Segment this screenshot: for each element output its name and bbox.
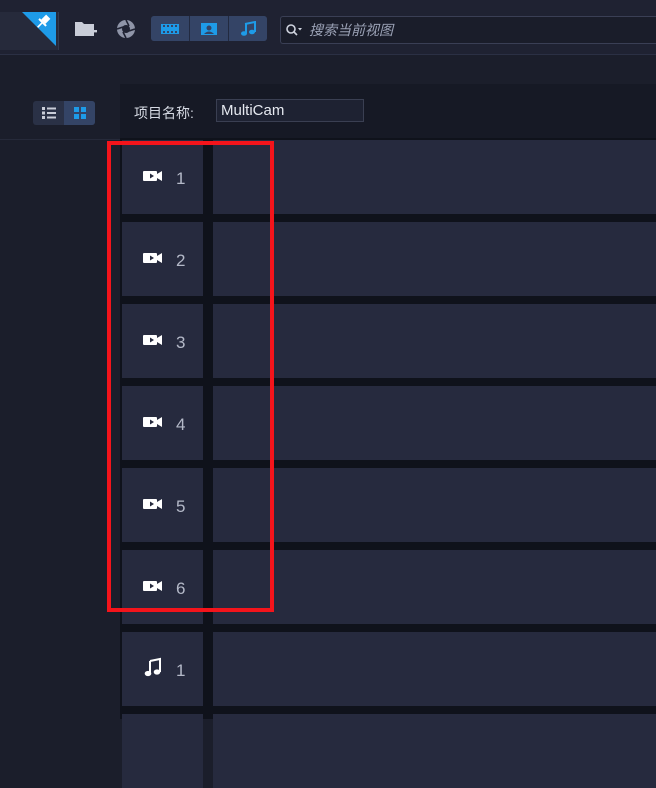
- track-content[interactable]: [213, 304, 656, 378]
- track-list: 1 2 3 4 5 6 1: [120, 138, 656, 788]
- filter-audio-button[interactable]: [229, 16, 267, 41]
- media-filter-group: [151, 16, 267, 41]
- filter-image-button[interactable]: [190, 16, 229, 41]
- track-content[interactable]: [213, 714, 656, 788]
- list-icon: [41, 107, 56, 119]
- project-header: 项目名称:: [120, 84, 656, 138]
- track-header[interactable]: 5: [122, 468, 203, 542]
- track-content[interactable]: [213, 550, 656, 624]
- left-panel: [0, 55, 120, 719]
- track-row: 1: [120, 630, 656, 706]
- track-row: [120, 712, 656, 788]
- track-row: 1: [120, 138, 656, 214]
- video-camera-icon: [142, 414, 164, 435]
- track-content[interactable]: [213, 140, 656, 214]
- music-note-icon: [241, 20, 256, 36]
- video-camera-icon: [142, 250, 164, 271]
- track-number: 1: [176, 661, 186, 680]
- search-icon[interactable]: [281, 23, 307, 37]
- grid-icon: [73, 107, 86, 119]
- track-content[interactable]: [213, 632, 656, 706]
- grid-view-button[interactable]: [64, 101, 95, 125]
- track-row: 3: [120, 302, 656, 378]
- pin-icon[interactable]: [22, 12, 56, 46]
- track-content[interactable]: [213, 468, 656, 542]
- video-camera-icon: [142, 496, 164, 517]
- track-row: 5: [120, 466, 656, 542]
- video-camera-icon: [142, 168, 164, 189]
- folder-add-icon: [75, 22, 97, 36]
- track-row: 6: [120, 548, 656, 624]
- track-header[interactable]: 1: [122, 632, 203, 706]
- track-header[interactable]: 6: [122, 550, 203, 624]
- project-name-label: 项目名称:: [134, 105, 194, 121]
- music-note-icon: [142, 657, 164, 684]
- track-header[interactable]: 3: [122, 304, 203, 378]
- video-camera-icon: [142, 578, 164, 599]
- track-header[interactable]: 1: [122, 140, 203, 214]
- track-number: 2: [176, 251, 186, 270]
- filter-video-button[interactable]: [151, 16, 190, 41]
- image-icon: [201, 22, 217, 35]
- project-name-field[interactable]: [216, 99, 364, 122]
- top-toolbar: [0, 0, 656, 55]
- search-input[interactable]: [307, 21, 631, 39]
- list-view-button[interactable]: [33, 101, 64, 125]
- capture-button[interactable]: [112, 16, 140, 42]
- left-divider: [0, 139, 120, 140]
- aperture-icon: [116, 19, 136, 39]
- track-number: 1: [176, 169, 186, 188]
- track-number: 4: [176, 415, 186, 434]
- track-row: 4: [120, 384, 656, 460]
- track-row: 2: [120, 220, 656, 296]
- track-number: 5: [176, 497, 186, 516]
- view-toggle: [33, 101, 95, 125]
- search-box: [280, 16, 656, 44]
- film-strip-icon: [161, 23, 179, 34]
- track-header[interactable]: 2: [122, 222, 203, 296]
- track-content[interactable]: [213, 222, 656, 296]
- track-content[interactable]: [213, 386, 656, 460]
- track-header[interactable]: [122, 714, 203, 788]
- import-folder-button[interactable]: [72, 16, 100, 42]
- track-number: 3: [176, 333, 186, 352]
- track-header[interactable]: 4: [122, 386, 203, 460]
- track-number: 6: [176, 579, 186, 598]
- video-camera-icon: [142, 332, 164, 353]
